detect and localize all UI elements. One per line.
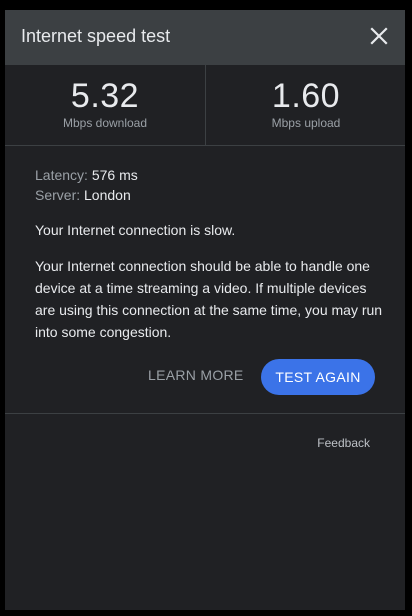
server-row: Server: London	[35, 187, 385, 203]
upload-speed-value: 1.60	[271, 77, 341, 115]
test-again-button[interactable]: TEST AGAIN	[261, 359, 375, 395]
latency-row: Latency: 576 ms	[35, 167, 385, 183]
download-speed-value: 5.32	[70, 77, 140, 115]
connection-status: Your Internet connection is slow.	[35, 222, 236, 238]
server-value: London	[84, 187, 131, 203]
speed-test-panel: Internet speed test 5.32 Mbps download 1…	[5, 10, 405, 610]
server-label: Server:	[35, 187, 81, 203]
download-speed-label: Mbps download	[62, 116, 148, 130]
upload-result: 1.60 Mbps upload	[205, 65, 405, 145]
divider	[5, 413, 405, 414]
connection-description: Your Internet connection should be able …	[35, 258, 383, 340]
latency-value: 576 ms	[91, 167, 138, 183]
speed-results: 5.32 Mbps download 1.60 Mbps upload	[5, 65, 405, 146]
panel-header: Internet speed test	[5, 10, 405, 65]
panel-title: Internet speed test	[21, 26, 171, 46]
feedback-link[interactable]: Feedback	[317, 436, 370, 450]
latency-label: Latency:	[35, 167, 88, 183]
close-icon[interactable]	[369, 25, 389, 47]
upload-speed-label: Mbps upload	[271, 116, 341, 130]
download-result: 5.32 Mbps download	[5, 65, 205, 145]
learn-more-link[interactable]: LEARN MORE	[148, 367, 244, 383]
